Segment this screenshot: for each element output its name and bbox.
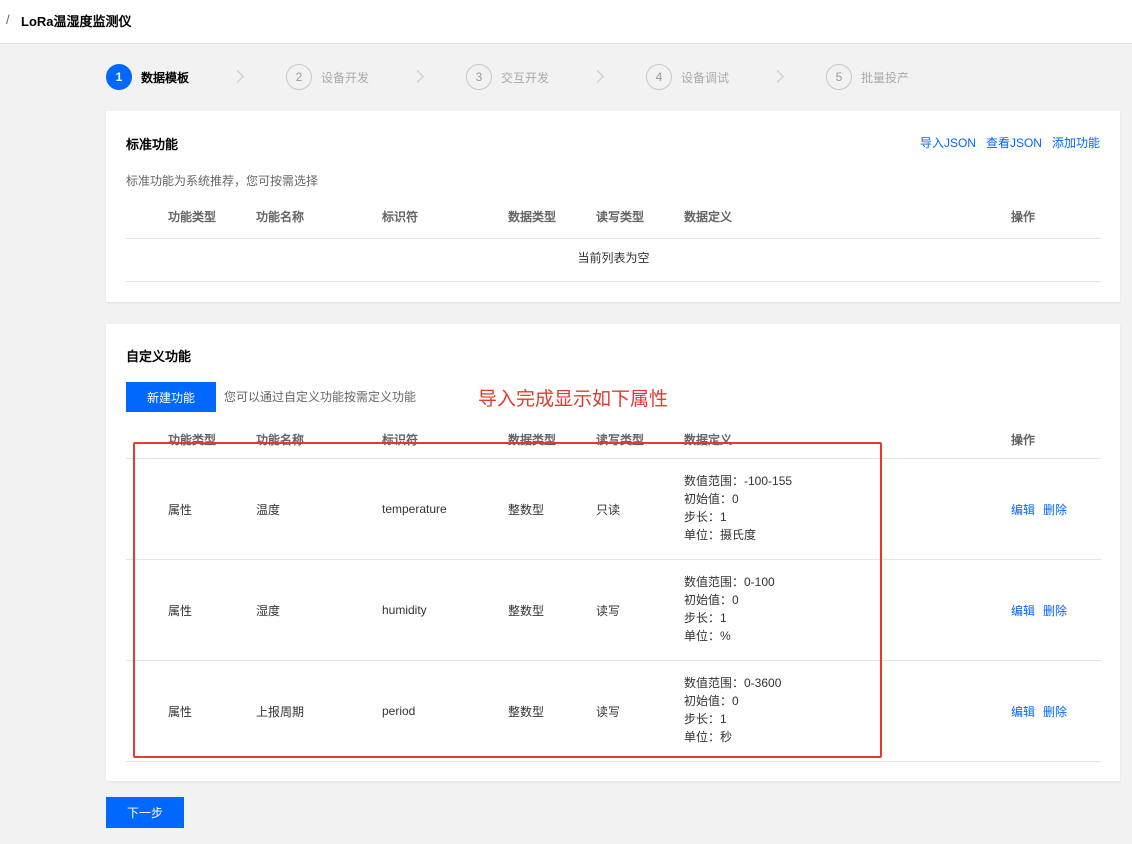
step-number: 4 <box>646 64 672 90</box>
col-type: 功能类型 <box>168 210 217 224</box>
delete-link[interactable]: 删除 <box>1043 602 1067 619</box>
table-row: 属性 温度 temperature 整数型 只读 数值范围：-100-155 初… <box>126 459 1101 560</box>
cell-identifier: temperature <box>382 502 447 516</box>
col-rw: 读写类型 <box>596 210 645 224</box>
table-row: 属性 湿度 humidity 整数型 读写 数值范围：0-100 初始值：0 步… <box>126 560 1101 661</box>
cell-name: 上报周期 <box>256 704 305 719</box>
cell-rw: 只读 <box>596 502 621 517</box>
step-2[interactable]: 2 设备开发 <box>286 64 369 90</box>
chevron-right-icon <box>233 69 243 85</box>
col-identifier: 标识符 <box>382 433 419 447</box>
def-step: 步长：1 <box>684 712 727 726</box>
new-function-button[interactable]: 新建功能 <box>126 382 216 412</box>
def-range: 数值范围：0-100 <box>684 575 775 589</box>
breadcrumb-separator: / <box>6 12 10 27</box>
step-4[interactable]: 4 设备调试 <box>646 64 729 90</box>
edit-link[interactable]: 编辑 <box>1011 501 1035 518</box>
col-type: 功能类型 <box>168 433 217 447</box>
cell-identifier: humidity <box>382 603 427 617</box>
def-range: 数值范围：0-3600 <box>684 676 782 690</box>
cell-definition: 数值范围：0-100 初始值：0 步长：1 单位：% <box>684 573 775 645</box>
cell-definition: 数值范围：-100-155 初始值：0 步长：1 单位：摄氏度 <box>684 472 792 544</box>
col-data-type: 数据类型 <box>508 210 557 224</box>
def-range: 数值范围：-100-155 <box>684 474 793 488</box>
col-identifier: 标识符 <box>382 210 419 224</box>
def-unit: 单位：秒 <box>684 730 733 744</box>
cell-data-type: 整数型 <box>508 502 545 517</box>
step-number: 2 <box>286 64 312 90</box>
def-initial: 初始值：0 <box>684 593 739 607</box>
table-row: 属性 上报周期 period 整数型 读写 数值范围：0-3600 初始值：0 … <box>126 661 1101 762</box>
edit-link[interactable]: 编辑 <box>1011 703 1035 720</box>
chevron-right-icon <box>413 69 423 85</box>
cell-ops: 编辑 删除 <box>1011 661 1067 761</box>
col-data-type: 数据类型 <box>508 433 557 447</box>
custom-hint: 您可以通过自定义功能按需定义功能 <box>224 390 417 404</box>
def-unit: 单位：% <box>684 629 731 643</box>
import-json-link[interactable]: 导入JSON <box>920 134 976 151</box>
top-bar: / LoRa温湿度监测仪 <box>0 0 1132 44</box>
chevron-right-icon <box>593 69 603 85</box>
cell-data-type: 整数型 <box>508 603 545 618</box>
cell-ops: 编辑 删除 <box>1011 560 1067 660</box>
col-ops: 操作 <box>1011 433 1036 447</box>
delete-link[interactable]: 删除 <box>1043 501 1067 518</box>
def-unit: 单位：摄氏度 <box>684 528 757 542</box>
edit-link[interactable]: 编辑 <box>1011 602 1035 619</box>
col-rw: 读写类型 <box>596 433 645 447</box>
def-step: 步长：1 <box>684 611 727 625</box>
col-definition: 数据定义 <box>684 433 733 447</box>
cell-data-type: 整数型 <box>508 704 545 719</box>
cell-name: 温度 <box>256 502 281 517</box>
standard-functions-card: 标准功能 导入JSON 查看JSON 添加功能 标准功能为系统推荐，您可按需选择… <box>106 111 1120 302</box>
col-name: 功能名称 <box>256 433 305 447</box>
empty-state: 当前列表为空 <box>126 234 1101 282</box>
col-definition: 数据定义 <box>684 210 733 224</box>
step-label: 批量投产 <box>861 70 910 85</box>
view-json-link[interactable]: 查看JSON <box>986 134 1042 151</box>
page-title: LoRa温湿度监测仪 <box>21 14 132 29</box>
custom-functions-card: 自定义功能 新建功能 您可以通过自定义功能按需定义功能 导入完成显示如下属性 功… <box>106 324 1120 781</box>
add-function-link[interactable]: 添加功能 <box>1052 134 1100 151</box>
def-initial: 初始值：0 <box>684 694 739 708</box>
cell-ops: 编辑 删除 <box>1011 459 1067 559</box>
cell-type: 属性 <box>168 502 193 517</box>
next-step-button[interactable]: 下一步 <box>106 797 184 828</box>
cell-name: 湿度 <box>256 603 281 618</box>
cell-identifier: period <box>382 704 416 718</box>
table-header: 功能类型 功能名称 标识符 数据类型 读写类型 数据定义 操作 <box>126 430 1101 459</box>
step-1[interactable]: 1 数据模板 <box>106 64 189 90</box>
step-label: 交互开发 <box>501 70 550 85</box>
cell-definition: 数值范围：0-3600 初始值：0 步长：1 单位：秒 <box>684 674 781 746</box>
step-label: 数据模板 <box>141 70 190 85</box>
delete-link[interactable]: 删除 <box>1043 703 1067 720</box>
standard-functions-title: 标准功能 <box>126 137 179 152</box>
cell-type: 属性 <box>168 603 193 618</box>
chevron-right-icon <box>773 69 783 85</box>
cell-rw: 读写 <box>596 704 621 719</box>
step-3[interactable]: 3 交互开发 <box>466 64 549 90</box>
col-name: 功能名称 <box>256 210 305 224</box>
stepper: 1 数据模板 2 设备开发 3 交互开发 4 设备调试 5 批量投产 <box>106 64 1006 90</box>
standard-functions-desc: 标准功能为系统推荐，您可按需选择 <box>126 174 319 188</box>
step-label: 设备调试 <box>681 70 730 85</box>
def-step: 步长：1 <box>684 510 727 524</box>
cell-rw: 读写 <box>596 603 621 618</box>
standard-actions: 导入JSON 查看JSON 添加功能 <box>920 134 1100 151</box>
custom-functions-title: 自定义功能 <box>126 349 192 364</box>
step-label: 设备开发 <box>321 70 370 85</box>
cell-type: 属性 <box>168 704 193 719</box>
annotation-text: 导入完成显示如下属性 <box>478 389 669 410</box>
step-5[interactable]: 5 批量投产 <box>826 64 909 90</box>
col-ops: 操作 <box>1011 210 1036 224</box>
step-number: 5 <box>826 64 852 90</box>
step-number: 3 <box>466 64 492 90</box>
def-initial: 初始值：0 <box>684 492 739 506</box>
step-number: 1 <box>106 64 132 90</box>
